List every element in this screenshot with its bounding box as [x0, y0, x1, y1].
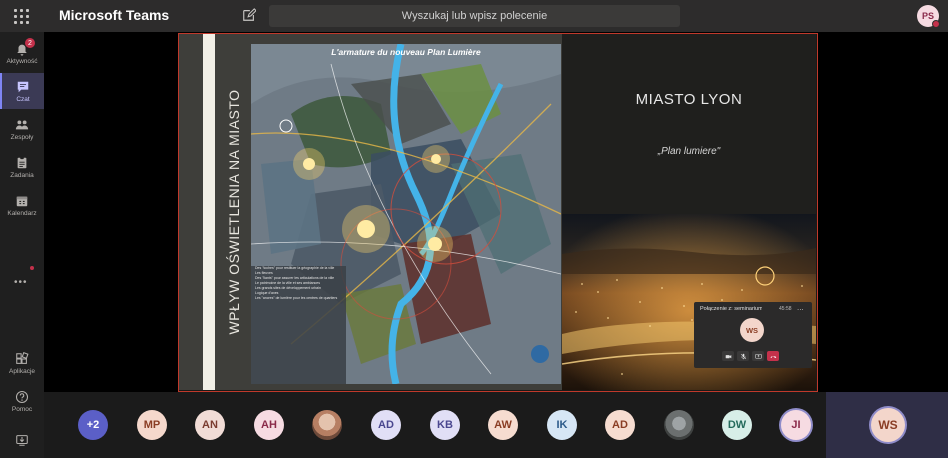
calendar-icon [16, 196, 28, 206]
camera-button[interactable] [722, 351, 734, 361]
city-subtitle: „Plan lumiere" [657, 146, 721, 157]
more-apps-badge [30, 266, 34, 270]
slide-right-panel: MIASTO LYON „Plan lumiere" [562, 34, 816, 214]
participant-avatar[interactable]: AD [371, 410, 401, 440]
rail-item-download[interactable] [0, 422, 44, 458]
participant-avatar[interactable]: AW [488, 410, 518, 440]
rail-item-calendar[interactable]: Kalendarz [0, 187, 44, 223]
presence-dot [932, 20, 940, 28]
participant-avatar[interactable]: AH [254, 410, 284, 440]
participants-bar: +2 MP AN AH AD KB AW IK AD DW JI [44, 392, 826, 458]
self-avatar: WS [871, 408, 905, 442]
call-title: Połączenie z: seminarium k... [700, 306, 762, 312]
search-input[interactable]: Wyszukaj lub wpisz polecenie [269, 5, 680, 27]
rail-item-tasks[interactable]: Zadania [0, 149, 44, 185]
rail-item-activity[interactable]: Aktywność 2 [0, 35, 44, 71]
mute-button[interactable] [737, 351, 749, 361]
slide-strip [203, 34, 215, 390]
profile-avatar[interactable]: PS [917, 5, 940, 28]
more-apps-icon[interactable]: ••• [14, 277, 28, 288]
rail-item-chat[interactable]: Czat [0, 73, 44, 109]
rail-item-teams[interactable]: Zespoły [0, 111, 44, 147]
activity-badge: 2 [25, 38, 35, 48]
title-bar: Microsoft Teams Wyszukaj lub wpisz polec… [0, 0, 948, 32]
city-title: MIASTO LYON [635, 91, 743, 108]
rail-label-activity: Aktywność [6, 57, 38, 65]
new-chat-icon[interactable] [242, 8, 256, 22]
rail-label-calendar: Kalendarz [7, 209, 37, 217]
more-participants-button[interactable]: +2 [78, 410, 108, 440]
participant-avatar-speaking[interactable]: JI [781, 410, 811, 440]
rail-label-tasks: Zadania [10, 171, 34, 179]
teams-icon [15, 119, 29, 129]
call-more-options[interactable]: ... [797, 303, 804, 312]
call-speaker-avatar: WS [740, 318, 764, 342]
profile-initials: PS [921, 11, 934, 21]
share-screen-button[interactable] [752, 351, 764, 361]
search-placeholder: Wyszukaj lub wpisz polecenie [401, 10, 548, 22]
app-title: Microsoft Teams [59, 7, 170, 23]
rail-label-chat: Czat [16, 95, 30, 103]
hang-up-button[interactable] [767, 351, 779, 361]
participant-avatar[interactable]: MP [137, 410, 167, 440]
rail-item-help[interactable]: Pomoc [0, 383, 44, 419]
help-icon [15, 390, 29, 403]
participant-photo-avatar[interactable] [664, 410, 694, 440]
participant-avatar[interactable]: AD [605, 410, 635, 440]
app-rail: Aktywność 2 Czat Zespoły Zadania Kalenda… [0, 32, 44, 458]
chat-icon [17, 81, 29, 92]
participant-avatar[interactable]: IK [547, 410, 577, 440]
rail-label-teams: Zespoły [10, 133, 34, 141]
hang-up-icon [770, 355, 776, 358]
camera-icon [725, 354, 731, 358]
legend-item: Les "ancres" de lumière pour les centres… [255, 296, 338, 300]
map-legend: Des "toches" pour restituer la géographi… [255, 266, 347, 301]
participant-avatar[interactable]: AN [195, 410, 225, 440]
call-timer: 45:58 [779, 306, 792, 312]
call-monitor-window[interactable]: Połączenie z: seminarium k... 45:58 ... … [694, 302, 812, 368]
slide-vertical-title: WPŁYW OŚWIETLENIA NA MIASTO [226, 89, 242, 335]
self-video-tile[interactable]: WS [826, 392, 948, 458]
call-controls [722, 351, 779, 361]
download-icon [16, 435, 28, 446]
app-launcher-icon[interactable] [13, 8, 29, 24]
map-title: L'armature du nouveau Plan Lumière [331, 47, 481, 57]
participant-avatar[interactable]: KB [430, 410, 460, 440]
microphone-icon [740, 353, 746, 359]
rail-label-apps: Aplikacje [8, 367, 35, 375]
apps-icon [16, 351, 29, 364]
share-screen-icon [754, 353, 762, 359]
rail-label-help: Pomoc [11, 405, 33, 413]
tasks-icon [17, 156, 27, 168]
rail-item-apps[interactable]: Aplikacje [0, 345, 44, 381]
participant-avatar[interactable]: DW [722, 410, 752, 440]
participant-photo-avatar[interactable] [312, 410, 342, 440]
lyon-lighting-map [251, 44, 561, 384]
